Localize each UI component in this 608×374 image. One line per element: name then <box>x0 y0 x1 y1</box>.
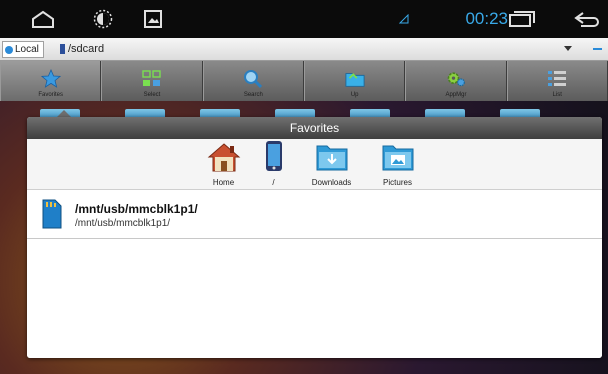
bookmark-home-label: Home <box>212 178 235 187</box>
up-button[interactable]: Up <box>303 61 406 101</box>
local-tab[interactable]: Local <box>2 41 44 58</box>
bookmark-downloads[interactable]: Downloads <box>305 142 359 189</box>
downloads-folder-icon <box>315 142 349 176</box>
list-item-subtitle: /mnt/usb/mmcblk1p1/ <box>75 218 171 229</box>
local-storage-icon <box>5 45 13 54</box>
favorites-button[interactable]: Favorites <box>0 61 102 101</box>
bookmark-root[interactable]: / <box>255 140 293 189</box>
list-item[interactable]: /mnt/usb/mmcblk1p1/ /mnt/usb/mmcblk1p1/ <box>27 190 602 239</box>
bookmark-root-label: / <box>272 178 275 187</box>
recent-apps-icon[interactable] <box>508 0 536 38</box>
list-label: List <box>552 92 562 98</box>
back-icon[interactable] <box>572 0 602 38</box>
list-item-title: /mnt/usb/mmcblk1p1/ <box>75 202 198 216</box>
up-label: Up <box>350 92 359 98</box>
dialog-title: Favorites <box>27 117 602 139</box>
list-icon <box>547 69 567 89</box>
sd-card-icon <box>41 199 63 233</box>
clock: 00:23 <box>465 9 508 28</box>
toolbar: Favorites Select Search Up AppMgr List <box>0 61 608 101</box>
path-bar: Local /sdcard <box>0 38 608 61</box>
sdcard-icon <box>60 43 65 54</box>
collapse-icon[interactable] <box>593 48 602 50</box>
search-button[interactable]: Search <box>202 61 304 101</box>
bookmark-pictures-label: Pictures <box>383 178 412 187</box>
path-dropdown-icon[interactable] <box>564 46 572 51</box>
bookmark-home[interactable]: Home <box>205 142 243 189</box>
signal-icon <box>398 0 410 38</box>
breadcrumb[interactable]: /sdcard <box>60 41 104 56</box>
select-grid-icon <box>142 69 162 89</box>
pictures-folder-icon <box>381 142 415 176</box>
phone-icon <box>263 140 285 176</box>
bookmark-downloads-label: Downloads <box>311 178 352 187</box>
gallery-icon <box>142 0 164 38</box>
local-label: Local <box>15 44 39 55</box>
star-icon <box>40 69 61 89</box>
house-icon <box>207 142 241 176</box>
folder-up-icon <box>345 69 365 89</box>
appmgr-label: AppMgr <box>445 92 467 98</box>
select-label: Select <box>143 92 161 98</box>
favorites-dialog: Favorites Home / Downloads Pictures /mnt… <box>27 117 602 358</box>
list-button[interactable]: List <box>506 61 608 101</box>
favorites-label: Favorites <box>38 92 63 98</box>
select-button[interactable]: Select <box>101 61 203 101</box>
empty-list-area <box>27 239 602 358</box>
breadcrumb-path: /sdcard <box>68 42 105 55</box>
home-outline-icon[interactable] <box>30 0 56 38</box>
gears-icon <box>446 69 466 89</box>
popup-caret <box>57 110 71 117</box>
search-label: Search <box>243 92 263 98</box>
magnifier-icon <box>243 69 263 89</box>
bookmark-pictures[interactable]: Pictures <box>371 142 425 189</box>
status-bar: 00:23 <box>0 0 608 38</box>
bookmark-bar: Home / Downloads Pictures <box>27 139 602 190</box>
appmgr-button[interactable]: AppMgr <box>405 61 507 101</box>
brightness-icon <box>92 0 114 38</box>
